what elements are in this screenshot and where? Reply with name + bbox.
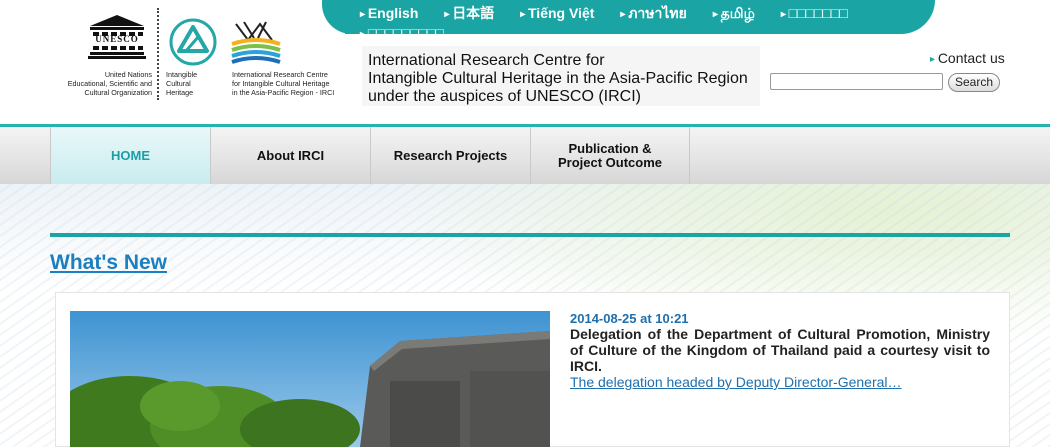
nav-publication[interactable]: Publication & Project Outcome	[530, 127, 690, 184]
unesco-caption-line: Educational, Scientific and	[67, 79, 152, 88]
irci-caption: International Research Centre for Intang…	[232, 70, 352, 97]
news-read-more-link[interactable]: The delegation headed by Deputy Director…	[570, 374, 902, 390]
ich-logo-icon	[169, 18, 217, 66]
irci-logo-icon	[231, 21, 281, 64]
lang-vietnamese[interactable]: Tiếng Việt	[520, 4, 594, 24]
whats-new-heading[interactable]: What's New	[50, 251, 167, 275]
unesco-caption-line: Cultural Organization	[84, 88, 152, 97]
search-button[interactable]: Search	[948, 73, 1000, 92]
lang-english[interactable]: English	[360, 4, 419, 24]
irci-caption-line: for Intangible Cultural Heritage	[232, 79, 330, 88]
irci-caption-line: in the Asia-Pacific Region - IRCI	[232, 88, 335, 97]
news-title: Delegation of the Department of Cultural…	[570, 326, 990, 374]
nav-publication-line: Publication &	[568, 140, 652, 156]
lang-tamil[interactable]: தமிழ்	[713, 4, 755, 24]
irci-caption-line: International Research Centre	[232, 70, 328, 79]
nav-home[interactable]: HOME	[50, 127, 210, 184]
news-photo-image	[70, 311, 550, 447]
section-divider	[50, 233, 1010, 237]
nav-about-irci[interactable]: About IRCI	[210, 127, 370, 184]
lang-japanese[interactable]: 日本語	[444, 4, 494, 24]
ich-caption: Intangible Cultural Heritage	[166, 70, 216, 97]
lang-other-2[interactable]: □□□□□□□□□	[360, 24, 444, 44]
site-title: International Research Centre for Intang…	[362, 46, 760, 106]
site-title-line: under the auspices of UNESCO (IRCI)	[368, 88, 641, 105]
language-list: English 日本語 Tiếng Việt ภาษาไทย தமிழ் □□□…	[360, 4, 920, 44]
nav-research-projects[interactable]: Research Projects	[370, 127, 530, 184]
lang-thai[interactable]: ภาษาไทย	[620, 4, 687, 24]
site-title-line: Intangible Cultural Heritage in the Asia…	[368, 70, 748, 87]
news-date: 2014-08-25 at 10:21	[570, 311, 689, 326]
nav-publication-line: Project Outcome	[557, 154, 663, 170]
unesco-caption-line: United Nations	[104, 70, 152, 79]
unesco-wordmark: UNESCO	[95, 34, 139, 44]
ich-caption-line: Cultural	[166, 79, 191, 88]
news-photo[interactable]	[70, 311, 550, 447]
search-input[interactable]	[770, 73, 943, 90]
site-title-line: International Research Centre for	[368, 52, 605, 69]
lang-other-1[interactable]: □□□□□□□	[781, 4, 848, 24]
main-nav: HOME About IRCI Research Projects Public…	[0, 127, 1050, 184]
logo-separator	[157, 8, 159, 100]
ich-caption-line: Intangible	[166, 70, 198, 79]
contact-us-link[interactable]: Contact us	[930, 50, 1005, 66]
unesco-caption: United Nations Educational, Scientific a…	[50, 70, 152, 97]
ich-caption-line: Heritage	[166, 88, 194, 97]
